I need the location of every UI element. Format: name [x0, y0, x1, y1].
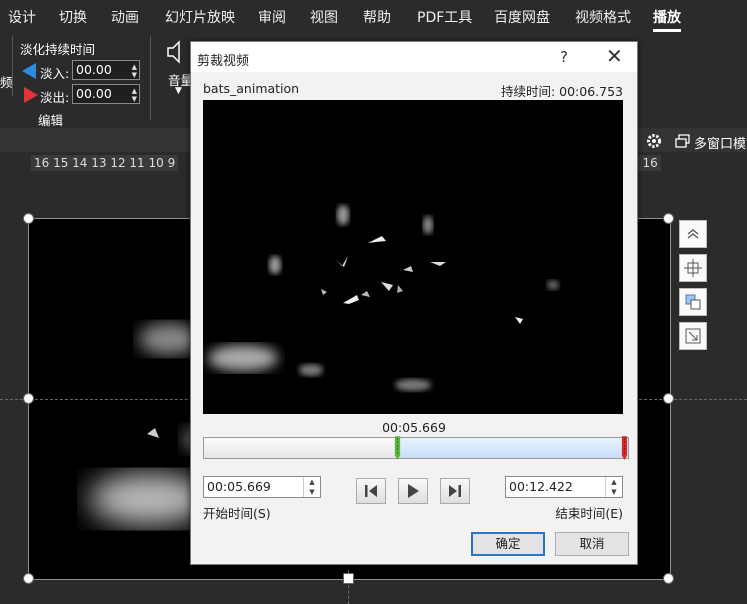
ribbon-separator	[12, 36, 13, 96]
previous-frame-button[interactable]	[356, 478, 386, 504]
dialog-titlebar[interactable]	[191, 42, 637, 72]
ribbon-separator	[150, 36, 151, 120]
start-time-stepper[interactable]: ▲ ▼	[303, 477, 320, 497]
resize-handle[interactable]	[23, 573, 34, 584]
resize-handle[interactable]	[663, 213, 674, 224]
fade-in-icon	[22, 63, 36, 79]
end-time-label: 结束时间(E)	[555, 506, 623, 521]
tab-review[interactable]: 审阅	[258, 7, 286, 27]
dialog-title: 剪裁视频	[197, 54, 250, 69]
previous-frame-icon	[365, 485, 377, 497]
tab-view[interactable]: 视图	[310, 7, 338, 27]
horizontal-ruler: 16 15 14 13 12 11 10 9	[31, 155, 179, 171]
tab-playback[interactable]: 播放	[653, 7, 681, 32]
resize-handle[interactable]	[663, 393, 674, 404]
multiwindow-label[interactable]: 多窗口模式	[694, 133, 747, 152]
ribbon-tab-bar: 设计 切换 动画 幻灯片放映 审阅 视图 帮助 PDF工具 百度网盘 视频格式 …	[0, 0, 747, 32]
ok-button[interactable]: 确定	[471, 532, 545, 556]
fade-out-stepper[interactable]: 00.00 ▲ ▼	[72, 84, 140, 104]
close-icon[interactable]: ✕	[606, 46, 623, 66]
end-trim-marker[interactable]	[621, 435, 628, 462]
collapse-up-button[interactable]	[679, 220, 707, 248]
volume-icon[interactable]	[166, 39, 188, 65]
tab-animations[interactable]: 动画	[111, 7, 139, 27]
fade-in-value: 00.00	[76, 62, 112, 77]
video-preview	[203, 100, 623, 414]
tab-baidu-netdisk[interactable]: 百度网盘	[494, 7, 550, 27]
fade-out-icon	[24, 87, 38, 103]
tab-video-format[interactable]: 视频格式	[575, 7, 631, 27]
edit-group-label: 编辑	[38, 113, 64, 128]
resize-handle[interactable]	[663, 573, 674, 584]
resize-handle[interactable]	[343, 573, 354, 584]
tab-design[interactable]: 设计	[8, 7, 36, 27]
chevron-double-up-icon	[687, 229, 699, 239]
fade-in-stepper[interactable]: 00.00 ▲ ▼	[72, 60, 140, 80]
multiwindow-icon[interactable]	[675, 133, 691, 149]
gear-icon[interactable]	[646, 133, 662, 149]
next-frame-button[interactable]	[440, 478, 470, 504]
crosshair-icon	[684, 259, 702, 277]
tab-slideshow[interactable]: 幻灯片放映	[165, 7, 235, 27]
resize-handle[interactable]	[23, 213, 34, 224]
next-frame-icon	[449, 485, 461, 497]
start-trim-marker[interactable]	[394, 435, 401, 462]
ribbon-cut-label: 频	[0, 75, 13, 90]
start-time-value: 00:05.669	[207, 479, 271, 494]
layers-icon	[685, 294, 701, 310]
resize-arrow-icon	[685, 328, 701, 344]
help-icon[interactable]: ?	[560, 48, 568, 66]
cancel-button[interactable]: 取消	[555, 532, 629, 556]
tab-help[interactable]: 帮助	[363, 7, 391, 27]
arrange-button[interactable]	[679, 288, 707, 316]
video-duration: 持续时间: 00:06.753	[500, 84, 623, 99]
start-time-label: 开始时间(S)	[203, 506, 271, 521]
trim-selection	[398, 438, 626, 458]
play-button[interactable]	[398, 478, 428, 504]
trim-timeline[interactable]	[203, 437, 629, 459]
fade-in-label: 淡入:	[40, 66, 70, 81]
end-time-stepper[interactable]: ▲ ▼	[605, 477, 622, 497]
video-file-name: bats_animation	[203, 81, 300, 96]
stepper-down-icon[interactable]: ▼	[132, 95, 137, 103]
resize-handle[interactable]	[23, 393, 34, 404]
stepper-up-icon[interactable]: ▲	[132, 63, 137, 71]
trim-video-dialog: 剪裁视频 ? ✕ bats_animation 持续时间: 00:06.753	[190, 41, 638, 565]
end-time-value: 00:12.422	[509, 479, 573, 494]
chevron-down-icon[interactable]: ▼	[175, 86, 182, 96]
stepper-down-icon[interactable]: ▼	[132, 71, 137, 79]
stepper-up-icon[interactable]: ▲	[132, 87, 137, 95]
end-time-input[interactable]: 00:12.422 ▲ ▼	[505, 476, 623, 498]
start-time-input[interactable]: 00:05.669 ▲ ▼	[203, 476, 321, 498]
align-center-button[interactable]	[679, 254, 707, 282]
fade-out-value: 00.00	[76, 86, 112, 101]
tab-transitions[interactable]: 切换	[59, 7, 87, 27]
fade-out-label: 淡出:	[40, 90, 70, 105]
current-playhead-time: 00:05.669	[382, 420, 446, 435]
play-icon	[408, 484, 419, 498]
fade-group-title: 淡化持续时间	[20, 42, 96, 57]
bats-frame	[208, 205, 559, 391]
tab-pdf-tools[interactable]: PDF工具	[417, 7, 472, 27]
resize-button[interactable]	[679, 322, 707, 350]
